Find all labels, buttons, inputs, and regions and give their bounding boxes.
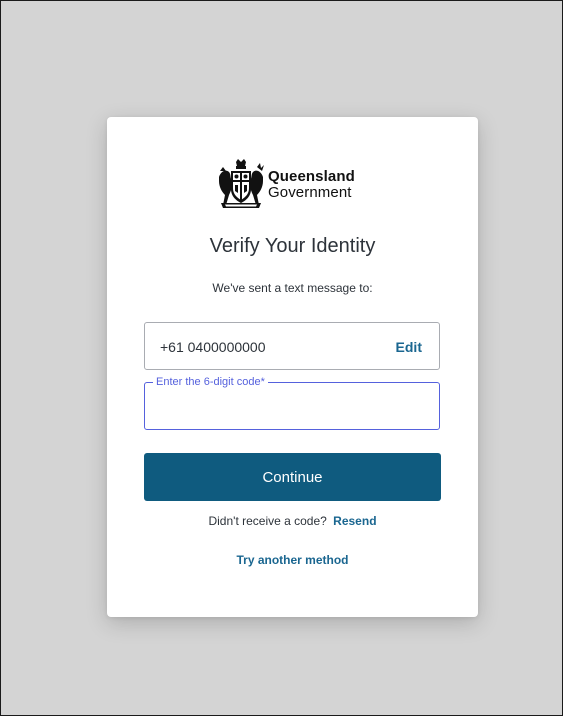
phone-number-display: +61 0400000000 Edit <box>144 322 440 370</box>
brand-line2: Government <box>268 184 352 201</box>
resend-prompt: Didn't receive a code? <box>208 514 327 528</box>
verify-card: Queensland Government Verify Your Identi… <box>107 117 478 617</box>
resend-link[interactable]: Resend <box>333 514 376 528</box>
coat-of-arms-icon <box>219 159 264 208</box>
verification-code-field[interactable]: Enter the 6-digit code* <box>144 375 440 430</box>
verification-code-input[interactable] <box>157 397 431 423</box>
try-another-method-link[interactable]: Try another method <box>107 553 478 567</box>
page-title: Verify Your Identity <box>209 235 376 257</box>
resend-row: Didn't receive a code? Resend <box>107 514 478 528</box>
queensland-government-logo: Queensland Government <box>217 159 377 209</box>
phone-number-value: +61 0400000000 <box>160 339 266 355</box>
edit-phone-link[interactable]: Edit <box>396 339 422 355</box>
brand-text: Queensland Government <box>268 169 355 201</box>
page-subtitle: We've sent a text message to: <box>212 281 373 295</box>
verification-code-label: Enter the 6-digit code* <box>153 375 268 389</box>
brand-line1: Queensland <box>268 168 355 185</box>
page-background: Queensland Government Verify Your Identi… <box>0 0 563 716</box>
continue-button[interactable]: Continue <box>144 453 441 501</box>
